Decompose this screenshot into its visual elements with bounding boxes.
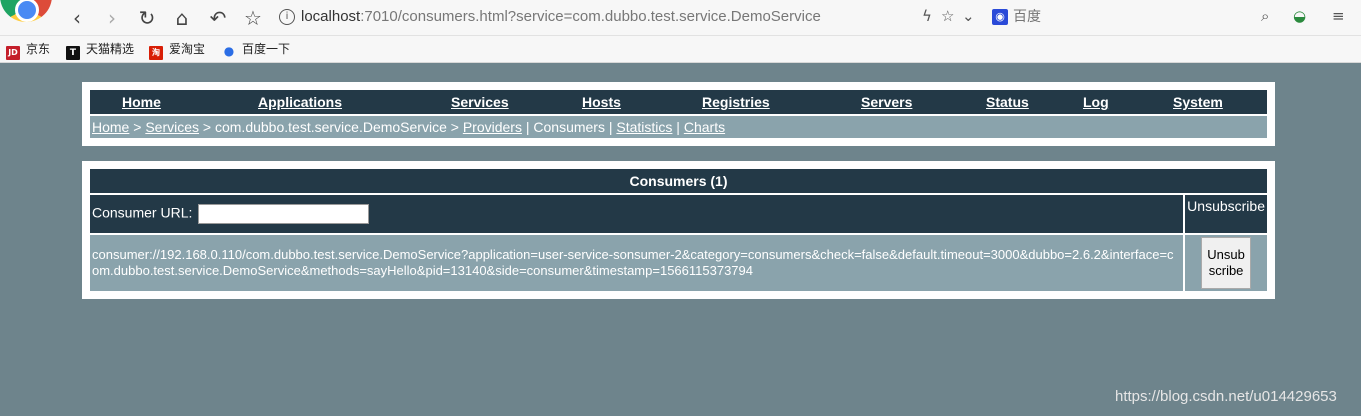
undo-icon[interactable]: ↶	[205, 5, 231, 31]
filter-label: Consumer URL:	[92, 204, 193, 221]
reload-icon[interactable]: ↻	[134, 5, 160, 31]
unsubscribe-column-header: Unsubscribe	[1183, 193, 1267, 233]
extension-icon[interactable]: ◒	[1293, 7, 1306, 25]
lightning-icon[interactable]: ϟ	[922, 7, 932, 25]
main-menu: Home Applications Services Hosts Registr…	[90, 90, 1267, 114]
browser-logo-icon	[0, 0, 52, 22]
jd-icon: JD	[6, 46, 20, 60]
crumb-service: com.dubbo.test.service.DemoService	[214, 119, 447, 135]
info-icon[interactable]: i	[279, 9, 295, 25]
tmall-icon: T	[66, 46, 80, 60]
crumb-consumers: Consumers	[533, 119, 605, 135]
crumb-providers[interactable]: Providers	[463, 119, 522, 135]
address-bar[interactable]: localhost:7010/consumers.html?service=co…	[301, 8, 821, 25]
bookmark-label: 天猫精选	[86, 42, 135, 56]
crumb-services[interactable]: Services	[145, 119, 199, 135]
bookmarks-bar: JD 京东 T 天猫精选 淘爱淘宝 ● 百度一下	[0, 36, 1361, 63]
consumers-panel: Consumers (1) Consumer URL: Unsubscribe …	[82, 161, 1275, 299]
paw-icon: ●	[223, 44, 235, 58]
nav-system[interactable]: System	[1173, 94, 1223, 110]
menu-icon[interactable]: ≡	[1332, 7, 1345, 25]
home-icon[interactable]: ⌂	[169, 5, 195, 31]
crumb-home[interactable]: Home	[92, 119, 129, 135]
search-input[interactable]	[1013, 6, 1253, 28]
consumers-title: Consumers (1)	[90, 169, 1267, 193]
watermark: https://blog.csdn.net/u014429653	[1115, 388, 1337, 405]
bookmark-tmall[interactable]: T 天猫精选	[66, 40, 134, 60]
nav-status[interactable]: Status	[986, 94, 1029, 110]
chevron-down-icon[interactable]: ⌄	[962, 7, 975, 25]
search-box[interactable]: ◉	[989, 6, 1279, 28]
nav-services[interactable]: Services	[451, 94, 509, 110]
favorite-star-icon[interactable]: ☆	[941, 7, 954, 25]
nav-registries[interactable]: Registries	[702, 94, 770, 110]
search-icon[interactable]: ⌕	[1261, 7, 1269, 25]
url-host: localhost	[301, 8, 361, 25]
unsubscribe-button[interactable]: Unsubscribe	[1201, 237, 1252, 289]
bookmark-baidu[interactable]: ● 百度一下	[222, 40, 290, 58]
nav-applications[interactable]: Applications	[258, 94, 342, 110]
consumers-table: Consumers (1) Consumer URL: Unsubscribe …	[90, 169, 1267, 291]
bookmark-jd[interactable]: JD 京东	[6, 40, 50, 60]
crumb-statistics[interactable]: Statistics	[616, 119, 672, 135]
breadcrumb: Home > Services > com.dubbo.test.service…	[90, 116, 1267, 138]
table-row: consumer://192.168.0.110/com.dubbo.test.…	[90, 233, 1267, 291]
url-path: :7010/consumers.html?service=com.dubbo.t…	[360, 8, 821, 25]
filter-row: Consumer URL:	[90, 193, 1184, 233]
nav-hosts[interactable]: Hosts	[582, 94, 621, 110]
forward-icon[interactable]: ›	[99, 5, 125, 31]
bookmark-label: 百度一下	[242, 42, 291, 56]
crumb-charts[interactable]: Charts	[684, 119, 725, 135]
nav-home[interactable]: Home	[122, 94, 161, 110]
unsubscribe-cell: Unsubscribe	[1183, 233, 1267, 291]
bookmark-aitaobao[interactable]: 淘爱淘宝	[149, 40, 205, 60]
bookmark-label: 京东	[26, 42, 51, 56]
navigation-panel: Home Applications Services Hosts Registr…	[82, 82, 1275, 146]
browser-toolbar: ‹ › ↻ ⌂ ↶ ☆ i localhost:7010/consumers.h…	[0, 0, 1361, 36]
taobao-icon: 淘	[149, 46, 163, 60]
nav-servers[interactable]: Servers	[861, 94, 912, 110]
consumer-url-filter-input[interactable]	[198, 204, 370, 224]
nav-log[interactable]: Log	[1083, 94, 1109, 110]
bookmark-star-icon[interactable]: ☆	[240, 5, 266, 31]
bookmark-label: 爱淘宝	[169, 42, 206, 56]
paw-icon: ◉	[992, 9, 1008, 25]
consumer-url-cell: consumer://192.168.0.110/com.dubbo.test.…	[90, 233, 1184, 291]
back-icon[interactable]: ‹	[64, 5, 90, 31]
